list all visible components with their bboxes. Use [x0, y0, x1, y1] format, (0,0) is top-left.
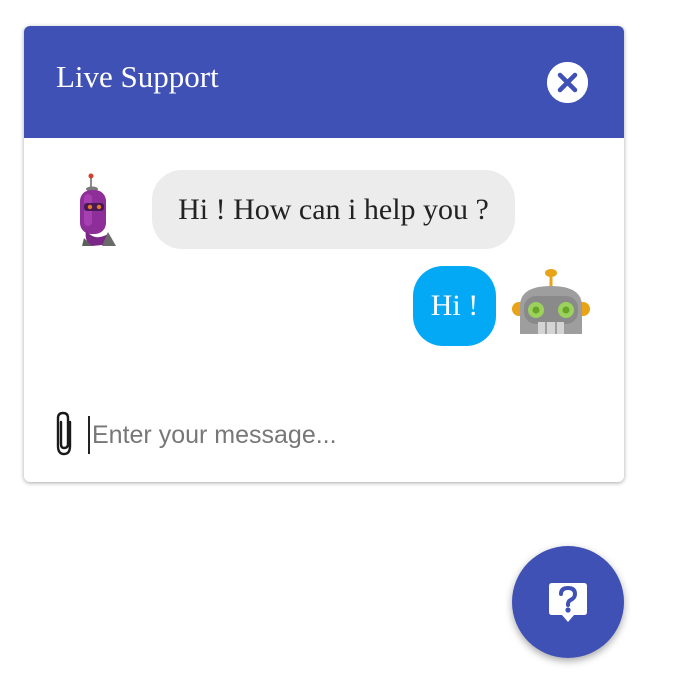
bot-message-bubble: Hi ! How can i help you ? — [152, 170, 515, 249]
bot-avatar — [72, 172, 122, 252]
close-icon — [547, 62, 588, 103]
help-fab-button[interactable] — [512, 546, 624, 658]
attach-button[interactable] — [50, 410, 80, 458]
message-composer — [24, 402, 624, 472]
chat-window: Live Support Hi ! How can i help you ? H… — [24, 26, 624, 482]
message-input[interactable] — [88, 416, 592, 454]
paperclip-icon — [56, 411, 72, 456]
close-button[interactable] — [547, 62, 588, 103]
chat-title: Live Support — [56, 59, 219, 94]
chat-header: Live Support — [24, 26, 624, 138]
user-avatar — [510, 266, 592, 338]
user-message-bubble: Hi ! — [413, 266, 496, 346]
purple-robot-icon — [80, 173, 116, 246]
help-question-icon — [549, 583, 587, 622]
gray-robot-icon — [512, 269, 590, 334]
